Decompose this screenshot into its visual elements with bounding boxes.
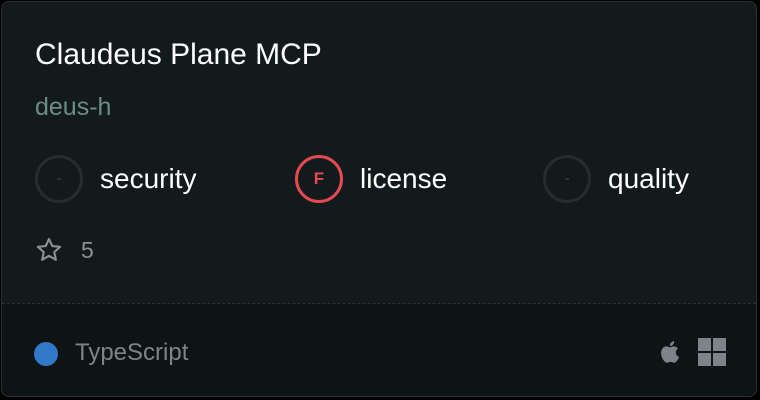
card-footer: TypeScript <box>2 303 756 396</box>
license-score: F license <box>295 155 447 203</box>
server-card[interactable]: Claudeus Plane MCP deus-h - security F l… <box>1 1 757 397</box>
language-name: TypeScript <box>75 339 189 366</box>
security-grade-badge: - <box>35 155 83 203</box>
security-label: security <box>100 163 197 194</box>
license-grade-badge: F <box>295 155 343 203</box>
windows-icon <box>698 338 726 366</box>
star-count-value: 5 <box>81 236 94 263</box>
quality-grade-badge: - <box>543 155 591 203</box>
card-title[interactable]: Claudeus Plane MCP <box>35 38 322 72</box>
language-color-dot <box>34 342 58 366</box>
star-count: 5 <box>35 235 94 265</box>
platform-icons <box>658 338 726 366</box>
quality-score: - quality <box>543 155 689 203</box>
quality-label: quality <box>608 163 689 194</box>
apple-icon <box>658 338 684 366</box>
star-icon <box>35 236 63 264</box>
author-name[interactable]: deus-h <box>35 92 111 122</box>
security-score: - security <box>35 155 196 203</box>
license-label: license <box>360 163 448 194</box>
